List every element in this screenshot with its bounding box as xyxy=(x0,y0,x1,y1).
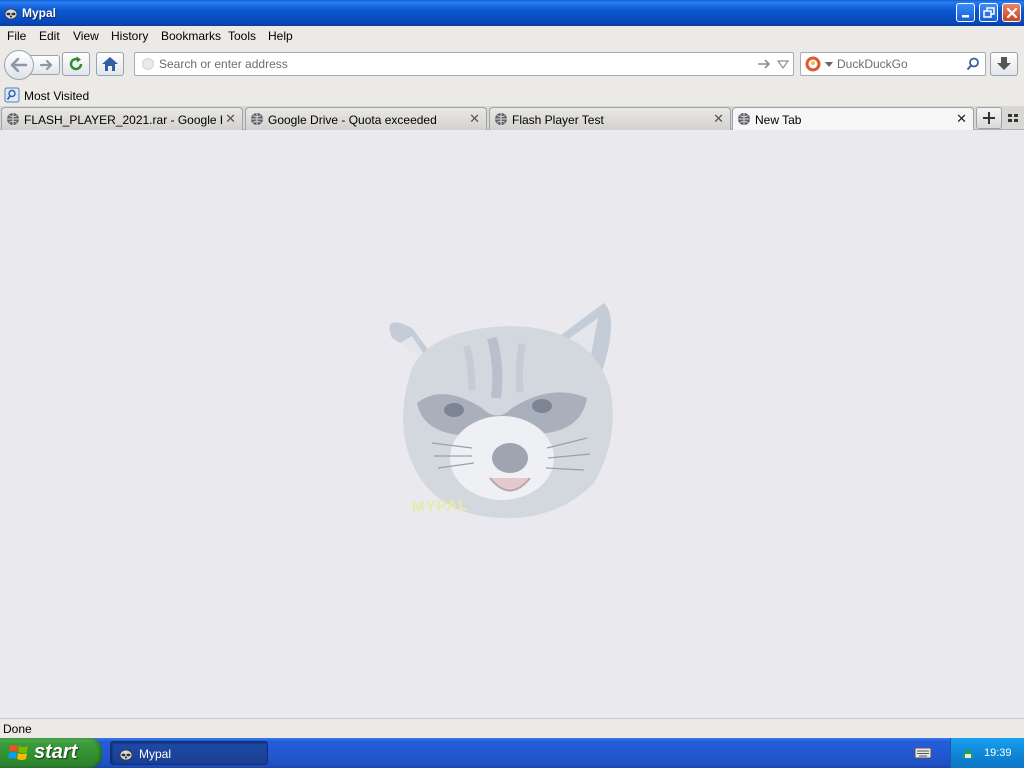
start-label: start xyxy=(34,741,78,763)
tab-label: Flash Player Test xyxy=(512,113,604,127)
windows-flag-icon xyxy=(8,745,28,760)
tab-flash-player-drive[interactable]: FLASH_PLAYER_2021.rar - Google Drive ✕ xyxy=(1,107,243,130)
engine-dropdown-icon[interactable] xyxy=(825,62,833,68)
system-tray: 19:39 xyxy=(950,738,1024,768)
mypal-logo-text: MYPAL xyxy=(412,497,469,516)
globe-icon xyxy=(495,113,507,125)
dropdown-arrow-icon[interactable] xyxy=(777,60,789,70)
window-title: Mypal xyxy=(22,6,57,20)
most-visited-label: Most Visited xyxy=(24,89,90,103)
mypal-raccoon-logo: MYPAL xyxy=(389,303,613,519)
back-arrow-icon xyxy=(10,57,28,73)
home-button[interactable] xyxy=(96,52,124,76)
go-arrow-icon[interactable] xyxy=(757,57,771,71)
taskbar-item-mypal[interactable]: Mypal xyxy=(110,741,268,765)
close-icon xyxy=(1006,7,1018,19)
tab-close-icon[interactable]: ✕ xyxy=(956,112,967,126)
globe-icon xyxy=(251,113,263,125)
start-button[interactable]: start xyxy=(0,738,102,768)
search-icon[interactable] xyxy=(966,57,980,71)
address-input[interactable] xyxy=(159,56,739,72)
menu-history[interactable]: History xyxy=(111,29,148,43)
forward-arrow-icon xyxy=(39,59,53,71)
minimize-button[interactable] xyxy=(956,3,975,22)
address-bar[interactable] xyxy=(134,52,794,76)
back-button[interactable] xyxy=(4,50,34,80)
restore-icon xyxy=(983,7,995,18)
navigation-toolbar xyxy=(0,46,1024,84)
mypal-app-icon xyxy=(4,8,18,20)
new-tab-page: MYPAL xyxy=(0,130,1024,718)
tab-close-icon[interactable]: ✕ xyxy=(713,112,724,126)
tab-label: New Tab xyxy=(755,113,802,127)
tab-drive-quota[interactable]: Google Drive - Quota exceeded ✕ xyxy=(245,107,487,130)
menu-edit[interactable]: Edit xyxy=(39,29,60,43)
tab-new-tab[interactable]: New Tab ✕ xyxy=(732,107,974,131)
menu-bookmarks[interactable]: Bookmarks xyxy=(161,29,221,43)
clock[interactable]: 19:39 xyxy=(984,747,1012,759)
tab-close-icon[interactable]: ✕ xyxy=(469,112,480,126)
home-icon xyxy=(102,57,118,71)
tab-label: Google Drive - Quota exceeded xyxy=(268,113,437,127)
menu-view[interactable]: View xyxy=(73,29,99,43)
back-forward-group xyxy=(4,50,60,80)
menu-bar: File Edit View History Bookmarks Tools H… xyxy=(0,26,1024,46)
reload-button[interactable] xyxy=(62,52,90,76)
menu-help[interactable]: Help xyxy=(268,29,293,43)
plus-icon xyxy=(983,112,995,124)
downloads-button[interactable] xyxy=(990,52,1018,76)
restore-button[interactable] xyxy=(979,3,998,22)
bookmarks-toolbar: Most Visited xyxy=(0,84,1024,106)
search-bar[interactable] xyxy=(800,52,986,76)
taskbar: start Mypal 19:39 xyxy=(0,738,1024,768)
menu-tools[interactable]: Tools xyxy=(228,29,256,43)
new-tab-button[interactable] xyxy=(976,107,1002,129)
mypal-app-icon xyxy=(119,749,133,761)
title-bar[interactable]: Mypal xyxy=(0,0,1024,26)
tab-flash-test[interactable]: Flash Player Test ✕ xyxy=(489,107,731,130)
reload-icon xyxy=(69,56,83,71)
tab-close-icon[interactable]: ✕ xyxy=(225,112,236,126)
globe-icon xyxy=(7,113,19,125)
list-all-tabs-icon[interactable] xyxy=(1006,111,1020,125)
forward-button[interactable] xyxy=(30,55,60,75)
menu-file[interactable]: File xyxy=(7,29,26,43)
tab-label: FLASH_PLAYER_2021.rar - Google Drive xyxy=(24,113,222,127)
globe-icon xyxy=(738,113,750,125)
site-identity-icon xyxy=(142,58,154,70)
close-button[interactable] xyxy=(1002,3,1021,22)
search-input[interactable] xyxy=(837,56,961,72)
network-icon[interactable] xyxy=(960,746,976,760)
taskbar-item-label: Mypal xyxy=(139,747,172,761)
status-bar: Done xyxy=(0,718,1024,738)
tab-strip: FLASH_PLAYER_2021.rar - Google Drive ✕ G… xyxy=(0,106,1024,131)
status-text: Done xyxy=(3,722,32,736)
minimize-icon xyxy=(962,15,969,18)
download-icon xyxy=(997,57,1011,70)
duckduckgo-engine-icon[interactable] xyxy=(804,55,822,73)
keyboard-language-icon[interactable] xyxy=(914,746,932,760)
most-visited-folder-icon xyxy=(4,87,20,103)
